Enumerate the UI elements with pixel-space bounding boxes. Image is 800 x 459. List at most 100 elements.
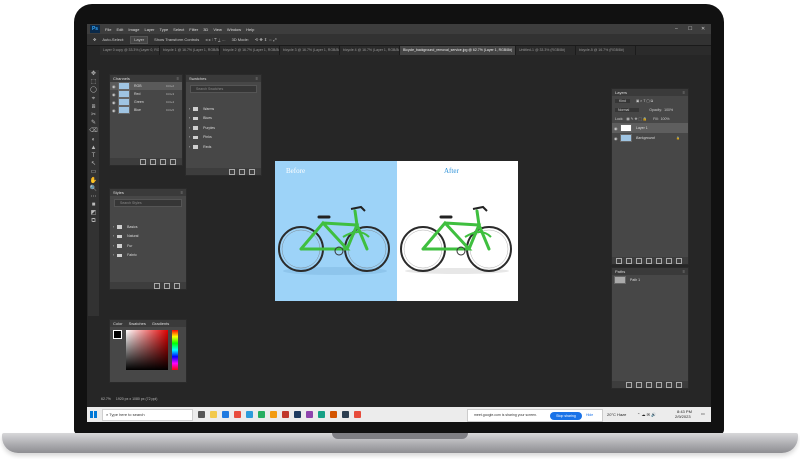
channel-row[interactable]: ◉ RGB Ctrl+2: [110, 82, 182, 90]
file-explorer-icon[interactable]: [210, 411, 217, 418]
app-icon[interactable]: [270, 411, 277, 418]
tab-gradients[interactable]: Gradients: [152, 320, 169, 327]
doc-tab[interactable]: bicycle 1 @ 16.7% (Layer 1, RGB/8#): [160, 46, 220, 55]
fill-field[interactable]: 100%: [661, 117, 670, 121]
selection-icon[interactable]: [646, 381, 652, 388]
tab-swatches[interactable]: Swatches: [129, 320, 146, 327]
dotted-circle-icon[interactable]: [140, 158, 146, 165]
doc-tab[interactable]: bicycle 3 @ 16.7% (Layer 1, RGB/8#): [280, 46, 340, 55]
menu-window[interactable]: Window: [227, 27, 241, 32]
style-folder[interactable]: › Basics: [110, 222, 186, 232]
close-icon[interactable]: ✕: [701, 24, 705, 34]
link-icon[interactable]: [616, 257, 622, 264]
tool-icon[interactable]: ✂: [89, 111, 98, 119]
doc-tab[interactable]: bicycle 2 @ 16.7% (Layer 1, RGB/8#): [220, 46, 280, 55]
doc-tab-active[interactable]: Bicycle_background_removal_service.jpg @…: [400, 46, 516, 55]
menu-view[interactable]: View: [213, 27, 222, 32]
style-folder[interactable]: › Fabric: [110, 251, 186, 261]
notification-icon[interactable]: ▭: [701, 411, 705, 416]
stroke-path-icon[interactable]: [636, 381, 642, 388]
menu-3d[interactable]: 3D: [203, 27, 208, 32]
lock-icons[interactable]: ▦ ✎ ✥ ⬚ 🔒: [626, 117, 647, 121]
tool-icon[interactable]: ⌖: [89, 95, 98, 103]
layer-filter-kind[interactable]: Kind: [615, 98, 631, 103]
channel-row[interactable]: ◉ Green Ctrl+4: [110, 98, 182, 106]
trash-icon[interactable]: [170, 158, 176, 165]
auto-select-checkbox[interactable]: Auto-Select:: [102, 37, 124, 42]
zoom-level[interactable]: 62.7%: [101, 397, 111, 401]
tool-icon[interactable]: ✥: [89, 70, 98, 78]
fill-path-icon[interactable]: [626, 381, 632, 388]
auto-select-target[interactable]: Layer: [130, 35, 149, 44]
menu-image[interactable]: Image: [128, 27, 139, 32]
eye-icon[interactable]: ◉: [614, 136, 618, 141]
eye-icon[interactable]: ◉: [112, 108, 116, 113]
layer-row[interactable]: ◉ Background 🔒: [612, 133, 688, 143]
doc-tab[interactable]: bicycle 4 @ 16.7% (Layer 1, RGB/8#): [340, 46, 400, 55]
tool-icon[interactable]: ⬚: [89, 78, 98, 86]
layer-filter-icons[interactable]: ▣ ◐ T ▢ ⧉: [636, 99, 653, 103]
app-icon[interactable]: [342, 411, 349, 418]
app-icon[interactable]: [282, 411, 289, 418]
mask-icon[interactable]: [656, 381, 662, 388]
group-icon[interactable]: [656, 257, 662, 264]
tool-icon[interactable]: ■: [89, 201, 98, 209]
system-tray-icons[interactable]: ⌃ ☁ ✉ 🔊: [637, 412, 656, 417]
tool-icon[interactable]: ↖: [89, 160, 98, 168]
doc-tab[interactable]: Untitled-1 @ 33.3% (RGB/8#): [516, 46, 576, 55]
hue-slider[interactable]: [172, 330, 178, 370]
new-style-icon[interactable]: [164, 282, 170, 289]
foreground-swatch[interactable]: [113, 330, 122, 339]
taskbar-search-input[interactable]: ⌕ Type here to search: [102, 408, 193, 421]
chrome-icon[interactable]: [234, 411, 241, 418]
task-view-icon[interactable]: [198, 411, 205, 418]
move-tool-icon[interactable]: ✥: [93, 37, 96, 42]
trash-icon[interactable]: [676, 381, 682, 388]
tool-icon[interactable]: ⋯: [89, 193, 98, 201]
mode-3d-icons[interactable]: ⟲ ✥ ⇕ ⇔ ⤢: [255, 37, 277, 42]
swatch-folder[interactable]: › Blues: [186, 114, 261, 124]
swatches-search-input[interactable]: Search Swatches: [190, 85, 257, 93]
app-icon[interactable]: [318, 411, 325, 418]
align-icons[interactable]: ⫷ ⫸ ⫶ ⊤ ⊥ ⋯: [205, 37, 225, 42]
menu-type[interactable]: Type: [160, 27, 169, 32]
style-folder[interactable]: › Natural: [110, 232, 186, 242]
swatch-folder[interactable]: › Reds: [186, 142, 261, 152]
photoshop-taskbar-icon[interactable]: [294, 411, 301, 418]
mail-icon[interactable]: [246, 411, 253, 418]
fx-icon[interactable]: [626, 257, 632, 264]
tool-icon[interactable]: ◯: [89, 86, 98, 94]
new-path-icon[interactable]: [666, 381, 672, 388]
channel-row[interactable]: ◉ Red Ctrl+3: [110, 90, 182, 98]
new-layer-icon[interactable]: [666, 257, 672, 264]
app-icon[interactable]: [354, 411, 361, 418]
eye-icon[interactable]: ◉: [112, 92, 116, 97]
menu-help[interactable]: Help: [246, 27, 254, 32]
minimize-icon[interactable]: –: [675, 24, 678, 34]
maximize-icon[interactable]: ☐: [688, 24, 692, 34]
tool-icon[interactable]: ◐: [89, 136, 98, 144]
swatch-folder[interactable]: › Purples: [186, 123, 261, 133]
adjustment-icon[interactable]: [646, 257, 652, 264]
app-icon[interactable]: [330, 411, 337, 418]
tool-icon[interactable]: ⌫: [89, 127, 98, 135]
app-icon[interactable]: [258, 411, 265, 418]
tool-icon[interactable]: ▭: [89, 168, 98, 176]
menu-filter[interactable]: Filter: [189, 27, 198, 32]
stop-sharing-button[interactable]: Stop sharing: [550, 411, 582, 420]
tab-color[interactable]: Color: [113, 320, 123, 327]
tool-icon[interactable]: ✋: [89, 176, 98, 184]
new-group-icon[interactable]: [229, 168, 235, 175]
path-row[interactable]: Path 1: [612, 275, 688, 284]
clock-date[interactable]: 2/9/2023: [675, 414, 691, 419]
new-swatch-icon[interactable]: [239, 168, 245, 175]
swatch-folder[interactable]: › Warms: [186, 104, 261, 114]
hide-link[interactable]: Hide: [586, 410, 593, 421]
doc-tab[interactable]: bicycle-5 @ 16.7% (RGB/8#): [576, 46, 636, 55]
mask-icon[interactable]: [636, 257, 642, 264]
mask-icon[interactable]: [150, 158, 156, 165]
new-channel-icon[interactable]: [160, 158, 166, 165]
menu-edit[interactable]: Edit: [116, 27, 123, 32]
doc-tab[interactable]: Layer 0 copy @ 33.3% (Layer 0, RGB/8#): [100, 46, 160, 55]
trash-icon[interactable]: [676, 257, 682, 264]
